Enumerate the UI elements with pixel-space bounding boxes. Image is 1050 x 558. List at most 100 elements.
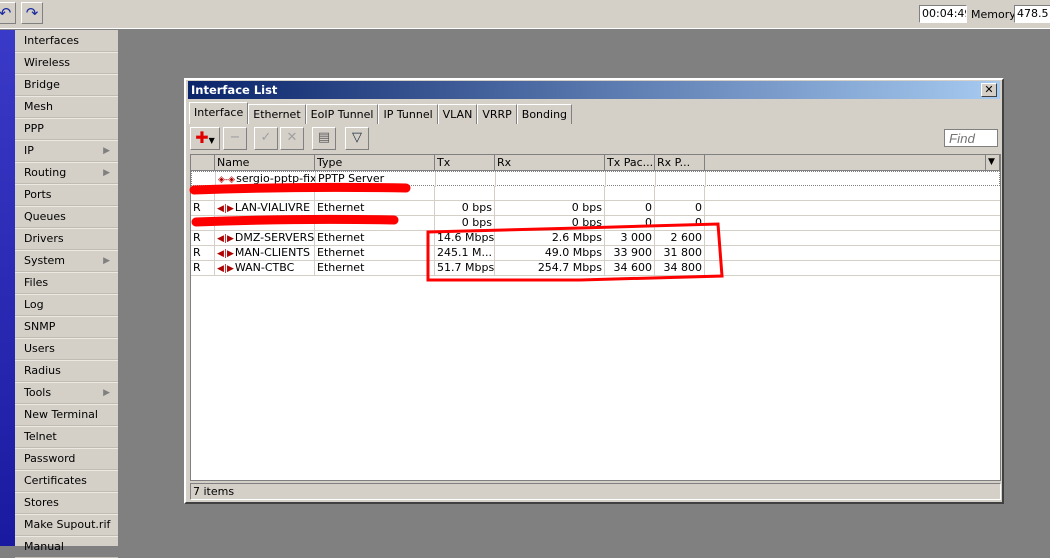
- find-input[interactable]: [944, 129, 998, 147]
- sidebar-item-radius[interactable]: Radius: [15, 360, 118, 382]
- cell-rxp: 0: [655, 201, 705, 216]
- sidebar-item-wireless[interactable]: Wireless: [15, 52, 118, 74]
- sidebar-item-bridge[interactable]: Bridge: [15, 74, 118, 96]
- window-title-bar[interactable]: Interface List ✕: [188, 81, 1000, 99]
- cell-txp: 3 000: [605, 231, 655, 246]
- column-header-filler: [705, 155, 986, 171]
- cell-flag: R: [191, 261, 215, 276]
- interface-name: DMZ-SERVERS: [234, 231, 315, 244]
- cell-txp: [606, 172, 656, 187]
- sidebar-item-label: Routing: [24, 166, 67, 179]
- columns-dropdown-icon[interactable]: ▼: [986, 155, 1000, 171]
- cell-type: Ethernet: [315, 231, 435, 246]
- close-button[interactable]: ✕: [981, 83, 997, 97]
- cell-tx: 0 bps: [435, 201, 495, 216]
- sidebar-item-ports[interactable]: Ports: [15, 184, 118, 206]
- table-row[interactable]: R0 bps 0 bps 0 0: [191, 216, 1000, 231]
- top-toolbar: ↶ ↷ 00:04:49 Memory: 478.5 M: [0, 0, 1050, 29]
- cell-name: ◀|▶MAN-CLIENTS: [215, 246, 315, 261]
- cell-type: PPTP Server: [316, 172, 436, 187]
- tab-ip-tunnel[interactable]: IP Tunnel: [378, 104, 438, 124]
- cell-tx: [435, 186, 495, 201]
- sidebar-item-password[interactable]: Password: [15, 448, 118, 470]
- column-header[interactable]: Rx: [495, 155, 605, 171]
- sidebar-item-label: Ports: [24, 188, 52, 201]
- sidebar-item-label: Queues: [24, 210, 66, 223]
- comment-button[interactable]: ▤: [312, 127, 336, 150]
- sidebar-item-snmp[interactable]: SNMP: [15, 316, 118, 338]
- table-row[interactable]: R ◀|▶MAN-CLIENTS Ethernet 245.1 M... 49.0 Mb…: [191, 246, 1000, 261]
- sidebar-item-label: New Terminal: [24, 408, 98, 421]
- column-header[interactable]: Type: [315, 155, 435, 171]
- sidebar-item-routing[interactable]: Routing ▶: [15, 162, 118, 184]
- table-row[interactable]: [191, 186, 1000, 201]
- disable-button[interactable]: ✕: [280, 127, 304, 150]
- table-row[interactable]: R ◀|▶WAN-CTBC Ethernet 51.7 Mbps 254.7 Mbps 3…: [191, 261, 1000, 276]
- submenu-arrow-icon: ▶: [103, 256, 110, 266]
- tab-bar: Interface Ethernet EoIP Tunnel IP Tunnel VLA…: [189, 102, 573, 124]
- tab-ethernet[interactable]: Ethernet: [248, 104, 306, 124]
- window-title: Interface List: [191, 83, 278, 97]
- sidebar-item-stores[interactable]: Stores: [15, 492, 118, 514]
- cell-rx: 0 bps: [495, 201, 605, 216]
- sidebar-item-label: System: [24, 254, 66, 267]
- sidebar-item-label: Manual: [24, 540, 64, 553]
- sidebar-item-files[interactable]: Files: [15, 272, 118, 294]
- sidebar-item-interfaces[interactable]: Interfaces: [15, 30, 118, 52]
- sidebar-item-label: IP: [24, 144, 34, 157]
- cell-type: Ethernet: [315, 261, 435, 276]
- tab-interface[interactable]: Interface: [189, 102, 249, 124]
- filter-button[interactable]: ▽: [345, 127, 369, 150]
- tab-vrrp[interactable]: VRRP: [477, 104, 517, 124]
- tab-eoip-tunnel[interactable]: EoIP Tunnel: [305, 104, 379, 124]
- sidebar-item-make-supout-rif[interactable]: Make Supout.rif: [15, 514, 118, 536]
- tab-vlan[interactable]: VLAN: [437, 104, 478, 124]
- sidebar-item-ip[interactable]: IP ▶: [15, 140, 118, 162]
- sidebar-item-new-terminal[interactable]: New Terminal: [15, 404, 118, 426]
- interface-name: LAN-VIALIVRE: [234, 201, 311, 214]
- sidebar-item-certificates[interactable]: Certificates: [15, 470, 118, 492]
- table-row[interactable]: R ◀|▶LAN-VIALIVRE Ethernet 0 bps 0 bps 0 0: [191, 201, 1000, 216]
- column-header[interactable]: [191, 155, 215, 171]
- cell-rx: [495, 186, 605, 201]
- cell-rx: 254.7 Mbps: [495, 261, 605, 276]
- sidebar-item-label: Password: [24, 452, 76, 465]
- sidebar-item-ppp[interactable]: PPP: [15, 118, 118, 140]
- remove-button[interactable]: −: [223, 127, 247, 150]
- sidebar-item-drivers[interactable]: Drivers: [15, 228, 118, 250]
- enable-button[interactable]: ✓: [254, 127, 278, 150]
- cell-name: ◀|▶WAN-CTBC: [215, 261, 315, 276]
- cell-name: ◀|▶DMZ-SERVERS: [215, 231, 315, 246]
- sidebar-item-label: Bridge: [24, 78, 60, 91]
- sidebar-item-label: Radius: [24, 364, 61, 377]
- sidebar-item-tools[interactable]: Tools ▶: [15, 382, 118, 404]
- tab-bonding[interactable]: Bonding: [516, 104, 573, 124]
- cell-rx: 2.6 Mbps: [495, 231, 605, 246]
- column-header[interactable]: Tx: [435, 155, 495, 171]
- sidebar-item-telnet[interactable]: Telnet: [15, 426, 118, 448]
- table-row[interactable]: R ◀|▶DMZ-SERVERS Ethernet 14.6 Mbps 2.6 Mbps…: [191, 231, 1000, 246]
- sidebar-item-users[interactable]: Users: [15, 338, 118, 360]
- cell-name: [215, 216, 315, 231]
- column-header[interactable]: Name: [215, 155, 315, 171]
- sidebar-item-log[interactable]: Log: [15, 294, 118, 316]
- sidebar-item-manual[interactable]: Manual: [15, 536, 118, 558]
- undo-icon[interactable]: ↶: [0, 2, 16, 24]
- sidebar-item-queues[interactable]: Queues: [15, 206, 118, 228]
- redo-icon[interactable]: ↷: [21, 2, 43, 24]
- ethernet-icon: ◀|▶: [217, 234, 234, 244]
- column-header[interactable]: Rx P...: [655, 155, 705, 171]
- add-button[interactable]: ✚▼: [190, 127, 220, 150]
- sidebar-menu: Interfaces Wireless Bridge Mesh PPP IP ▶ Routin…: [15, 30, 118, 558]
- cell-rxp: [655, 186, 705, 201]
- uptime-display: 00:04:49: [919, 5, 967, 23]
- table-row[interactable]: ◈-◈sergio-pptp-fixa PPTP Server: [191, 171, 1000, 187]
- memory-display: 478.5 M: [1014, 5, 1050, 23]
- cell-rx: 0 bps: [495, 216, 605, 231]
- column-header[interactable]: Tx Pac...: [605, 155, 655, 171]
- sidebar-item-mesh[interactable]: Mesh: [15, 96, 118, 118]
- interface-list-window: Interface List ✕ Interface Ethernet EoIP T…: [184, 78, 1004, 504]
- cell-txp: 0: [605, 201, 655, 216]
- sidebar-item-system[interactable]: System ▶: [15, 250, 118, 272]
- cell-name: ◀|▶LAN-VIALIVRE: [215, 201, 315, 216]
